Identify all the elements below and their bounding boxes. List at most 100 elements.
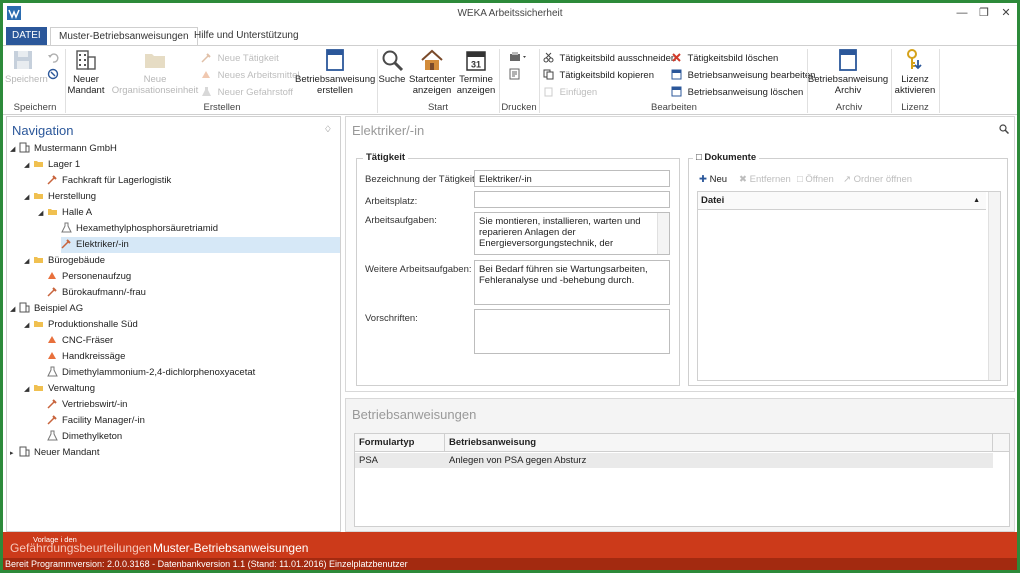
- machine-icon: [202, 71, 210, 78]
- print-icon[interactable]: [509, 51, 527, 63]
- search-button[interactable]: Suche: [377, 48, 407, 85]
- tree-node-mustermann[interactable]: ◢ Mustermann GmbH: [10, 141, 117, 157]
- remove-icon: ✖: [739, 174, 747, 185]
- cell-betriebsanweisung: Anlegen von PSA gegen Absturz: [445, 453, 993, 468]
- collapse-icon[interactable]: ◢: [24, 318, 33, 334]
- document-delete-icon: [671, 86, 682, 97]
- tree-node-handkreissaege[interactable]: Handkreissäge: [47, 349, 125, 365]
- tree-node-produktionshalle[interactable]: ◢ Produktionshalle Süd: [24, 317, 138, 333]
- collapse-icon[interactable]: ◢: [24, 190, 33, 206]
- building-icon: [19, 302, 30, 313]
- copy-activity-image-button[interactable]: Tätigkeitsbild kopieren: [543, 69, 654, 83]
- activity-name-field[interactable]: Elektriker/-in: [474, 170, 670, 187]
- collapse-icon[interactable]: ◢: [10, 302, 19, 318]
- operating-instructions-table: Formulartyp Betriebsanweisung PSA Anlege…: [354, 433, 1010, 527]
- workplace-field[interactable]: [474, 191, 670, 208]
- column-header-datei[interactable]: Datei ▲: [698, 192, 986, 210]
- calendar-icon: 31: [466, 51, 486, 71]
- tree-node-personenaufzug[interactable]: Personenaufzug: [47, 269, 131, 285]
- edit-operating-instruction-button[interactable]: Betriebsanweisung bearbeiten: [671, 69, 815, 83]
- delete-operating-instruction-button[interactable]: Betriebsanweisung löschen: [671, 86, 803, 100]
- collapse-icon[interactable]: ◢: [24, 382, 33, 398]
- group-label-speichern: Speichern: [13, 102, 57, 113]
- operating-instructions-panel: Betriebsanweisungen Formulartyp Betriebs…: [345, 398, 1015, 532]
- module-muster-betriebsanweisungen[interactable]: Muster-Betriebsanweisungen: [153, 541, 308, 555]
- delete-activity-image-button[interactable]: Tätigkeitsbild löschen: [671, 52, 778, 66]
- tree-node-verwaltung[interactable]: ◢ Verwaltung: [24, 381, 95, 397]
- cut-activity-image-button[interactable]: Tätigkeitsbild ausschneiden: [543, 52, 676, 66]
- collapse-icon[interactable]: ◢: [10, 142, 19, 158]
- tree-node-elektriker[interactable]: Elektriker/-in: [61, 237, 340, 253]
- documents-scrollbar[interactable]: [988, 192, 1000, 380]
- tree-node-dimethylammonium[interactable]: Dimethylammonium-2,4-dichlorphenoxyaceta…: [47, 365, 255, 381]
- collapse-icon[interactable]: ◢: [24, 254, 33, 270]
- startcenter-button[interactable]: Startcenter anzeigen: [409, 48, 455, 96]
- module-gefaehrdungsbeurteilungen[interactable]: Gefährdungsbeurteilungen: [10, 541, 152, 555]
- new-hazardous-substance-button[interactable]: Neuer Gefahrstoff: [201, 86, 293, 100]
- remove-document-button[interactable]: ✖ Entfernen: [739, 174, 791, 185]
- search-icon[interactable]: [999, 124, 1009, 134]
- undo-icon[interactable]: [47, 52, 59, 64]
- save-button[interactable]: Speichern: [5, 48, 48, 85]
- refresh-icon[interactable]: [47, 68, 59, 80]
- group-label-bearbeiten: Bearbeiten: [651, 102, 697, 113]
- navigation-panel: Navigation ♢ ◢ Mustermann GmbH ◢ Lager 1 F…: [6, 116, 341, 532]
- new-document-button[interactable]: ✚ Neu: [699, 174, 727, 185]
- tree-node-buerokaufmann[interactable]: Bürokaufmann/-frau: [47, 285, 146, 301]
- new-client-button[interactable]: Neuer Mandant: [65, 48, 107, 96]
- new-equipment-button[interactable]: Neues Arbeitsmittel: [201, 69, 299, 83]
- tree-node-lager-1[interactable]: ◢ Lager 1: [24, 157, 80, 173]
- folder-icon: [34, 321, 43, 327]
- tasks-scrollbar[interactable]: [657, 213, 669, 254]
- regulations-field[interactable]: [474, 309, 670, 354]
- column-header-formulartyp[interactable]: Formulartyp: [355, 434, 445, 452]
- tree-node-vertriebswirt[interactable]: Vertriebswirt/-in: [47, 397, 127, 413]
- title-bar: WEKA Arbeitssicherheit — ❐ ✕: [3, 3, 1017, 25]
- tree-node-facility-manager[interactable]: Facility Manager/-in: [47, 413, 145, 429]
- ribbon-separator: [939, 49, 940, 113]
- tree-node-neuer-mandant[interactable]: ▸ Neuer Mandant: [10, 445, 99, 461]
- tree-node-cnc[interactable]: CNC-Fräser: [47, 333, 113, 349]
- close-icon[interactable]: ✕: [995, 5, 1017, 21]
- paste-button[interactable]: Einfügen: [543, 86, 597, 100]
- activate-license-button[interactable]: Lizenz aktivieren: [893, 48, 937, 96]
- tree-node-beispiel-ag[interactable]: ◢ Beispiel AG: [10, 301, 83, 317]
- further-tasks-field[interactable]: Bei Bedarf führen sie Wartungsarbeiten, …: [474, 260, 670, 305]
- create-operating-instruction-button[interactable]: Betriebsanweisung erstellen: [295, 48, 375, 96]
- page-title: Elektriker/-in: [352, 123, 425, 138]
- further-tasks-label: Weitere Arbeitsaufgaben:: [365, 264, 472, 275]
- expand-icon[interactable]: ▸: [10, 446, 19, 462]
- sort-asc-icon: ▲: [973, 197, 980, 204]
- machine-icon: [48, 352, 56, 359]
- open-folder-button[interactable]: ↗ Ordner öffnen: [843, 174, 912, 185]
- open-icon: □: [797, 174, 803, 185]
- collapse-icon[interactable]: ◢: [24, 158, 33, 174]
- appointments-button[interactable]: 31 Termine anzeigen: [455, 48, 497, 96]
- tree-node-buerogebaeude[interactable]: ◢ Bürogebäude: [24, 253, 105, 269]
- new-org-unit-button[interactable]: Neue Organisationseinheit: [111, 48, 199, 96]
- machine-icon: [48, 336, 56, 343]
- minimize-icon[interactable]: —: [951, 5, 973, 21]
- open-document-button[interactable]: □ Öffnen: [797, 174, 834, 185]
- tree-node-dimethylketon[interactable]: Dimethylketon: [47, 429, 122, 445]
- tree-node-fachkraft[interactable]: Fachkraft für Lagerlogistik: [47, 173, 171, 189]
- tree-node-herstellung[interactable]: ◢ Herstellung: [24, 189, 96, 205]
- regulations-label: Vorschriften:: [365, 313, 418, 324]
- restore-icon[interactable]: ❐: [973, 5, 995, 21]
- print-preview-icon[interactable]: [509, 68, 521, 80]
- tree-node-hexamethyl[interactable]: Hexamethylphosphorsäuretriamid: [61, 221, 218, 237]
- tasks-field[interactable]: Sie montieren, installieren, warten und …: [474, 212, 670, 255]
- collapse-icon[interactable]: ◢: [38, 206, 47, 222]
- save-icon: [14, 51, 32, 69]
- flask-icon: [61, 222, 72, 233]
- documents-table: Datei ▲: [697, 191, 1001, 381]
- tab-hilfe[interactable]: Hilfe und Unterstützung: [186, 27, 307, 46]
- column-header-betriebsanweisung[interactable]: Betriebsanweisung: [445, 434, 993, 452]
- tree-node-halle-a[interactable]: ◢ Halle A: [38, 205, 92, 221]
- tab-datei[interactable]: DATEI: [6, 27, 47, 46]
- tab-muster-betriebsanweisungen[interactable]: Muster-Betriebsanweisungen: [50, 27, 198, 47]
- operating-instruction-archive-button[interactable]: Betriebsanweisung Archiv: [807, 48, 889, 96]
- navigation-title: Navigation: [12, 123, 74, 138]
- new-activity-button[interactable]: Neue Tätigkeit: [201, 52, 279, 66]
- pin-icon[interactable]: ♢: [324, 124, 332, 135]
